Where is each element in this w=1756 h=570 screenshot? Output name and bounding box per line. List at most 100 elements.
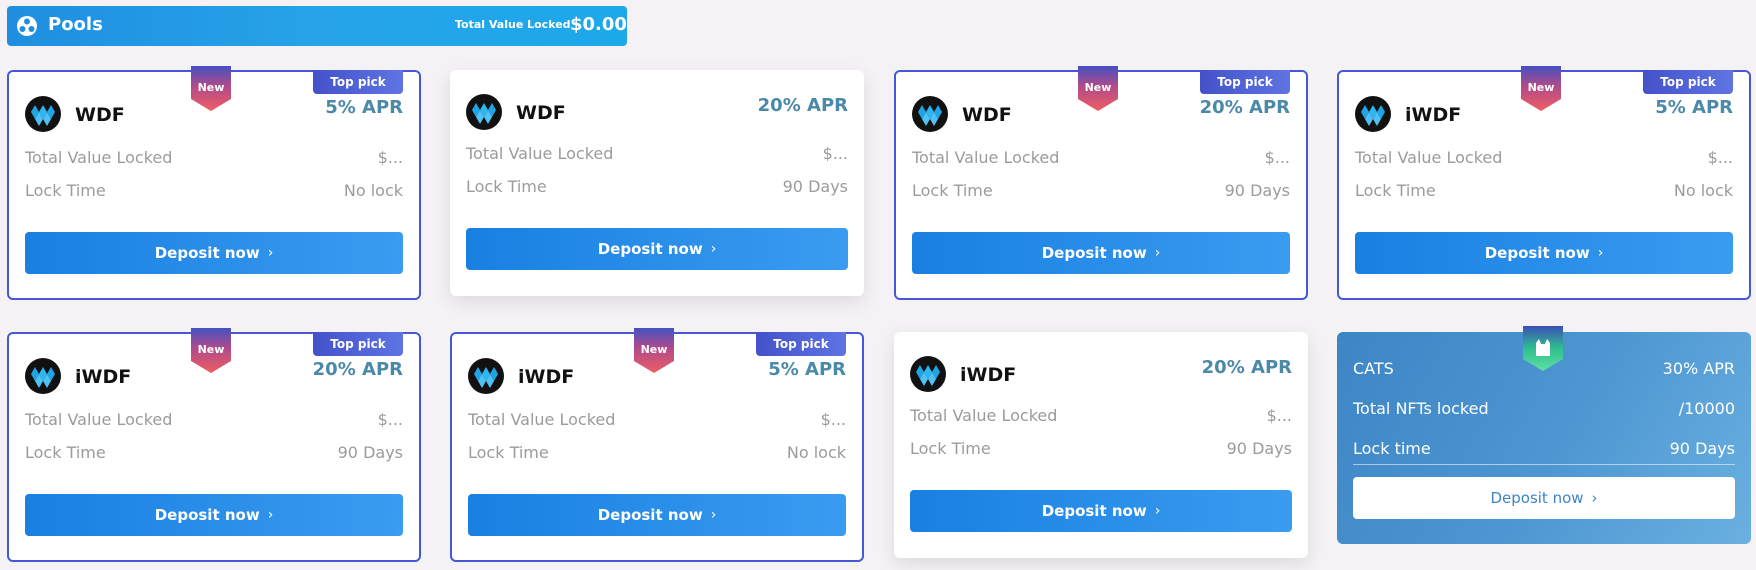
top-pick-badge: Top pick — [756, 332, 846, 356]
apr-value: 20% APR — [1201, 357, 1292, 378]
nft-lock-time-value: 90 Days — [1669, 439, 1735, 458]
apr-value: 20% APR — [1199, 97, 1290, 118]
deposit-now-button[interactable]: Deposit now › — [910, 490, 1292, 532]
wdf-token-icon — [468, 358, 504, 394]
token-name: WDF — [75, 104, 125, 126]
chevron-right-icon: › — [1591, 489, 1598, 507]
wdf-token-icon — [25, 358, 61, 394]
token-name: iWDF — [960, 364, 1017, 386]
tvl-label: Total Value Locked — [466, 144, 614, 163]
lock-time-label: Lock Time — [25, 181, 106, 200]
pool-card-wdf: WDF 20% APR Total Value Locked $... Lock… — [450, 70, 864, 296]
lock-time-value: 90 Days — [1226, 439, 1292, 458]
pool-card-iwdf: New Top pick iWDF 20% APR Total Value Lo… — [7, 328, 421, 562]
total-value-locked-value: $0.00 — [570, 14, 627, 35]
nft-pool-name: CATS — [1353, 359, 1394, 378]
pools-logo-icon — [17, 16, 37, 36]
total-value-locked-label: Total Value Locked — [455, 18, 571, 31]
top-pick-badge: Top pick — [1200, 70, 1290, 94]
apr-value: 5% APR — [325, 97, 403, 118]
tvl-label: Total Value Locked — [910, 406, 1058, 425]
tvl-label: Total Value Locked — [25, 410, 173, 429]
new-badge-icon: New — [191, 328, 231, 373]
wdf-token-icon — [1355, 96, 1391, 132]
deposit-button-label: Deposit now — [597, 240, 703, 258]
nft-deposit-now-button[interactable]: Deposit now › — [1353, 477, 1735, 519]
top-pick-badge: Top pick — [1643, 70, 1733, 94]
tvl-label: Total Value Locked — [912, 148, 1060, 167]
pool-card-iwdf: New Top pick iWDF 5% APR Total Value Loc… — [1337, 66, 1751, 300]
deposit-button-label: Deposit now — [154, 244, 260, 262]
tvl-value: $... — [820, 410, 846, 429]
nft-pool-apr: 30% APR — [1662, 359, 1735, 378]
deposit-now-button[interactable]: Deposit now › — [1355, 232, 1733, 274]
tvl-value: $... — [377, 148, 403, 167]
lock-time-value: 90 Days — [782, 177, 848, 196]
pool-card-wdf: New Top pick WDF 20% APR Total Value Loc… — [894, 66, 1308, 300]
deposit-button-label: Deposit now — [1041, 244, 1147, 262]
pool-card-iwdf: New Top pick iWDF 5% APR Total Value Loc… — [450, 328, 864, 562]
lock-time-value: 90 Days — [1224, 181, 1290, 200]
deposit-button-label: Deposit now — [154, 506, 260, 524]
chevron-right-icon: › — [1154, 503, 1161, 519]
new-badge-icon: New — [634, 328, 674, 373]
svg-text:New: New — [1528, 81, 1555, 94]
apr-value: 5% APR — [768, 359, 846, 380]
pool-card-wdf: New Top pick WDF 5% APR Total Value Lock… — [7, 66, 421, 300]
lock-time-label: Lock Time — [910, 439, 991, 458]
nft-lock-time-label: Lock time — [1353, 439, 1431, 458]
page-title: Pools — [48, 14, 103, 35]
deposit-now-button[interactable]: Deposit now › — [25, 232, 403, 274]
svg-text:New: New — [1085, 81, 1112, 94]
wdf-token-icon — [912, 96, 948, 132]
lock-time-label: Lock Time — [468, 443, 549, 462]
deposit-now-button[interactable]: Deposit now › — [912, 232, 1290, 274]
new-badge-icon: New — [1078, 66, 1118, 111]
total-nfts-locked-value: /10000 — [1678, 399, 1735, 418]
wdf-token-icon — [466, 94, 502, 130]
chevron-right-icon: › — [710, 507, 717, 523]
lock-time-value: No lock — [786, 443, 846, 462]
lock-time-label: Lock Time — [466, 177, 547, 196]
deposit-button-label: Deposit now — [597, 506, 703, 524]
divider — [1353, 464, 1735, 465]
new-badge-icon: New — [191, 66, 231, 111]
chevron-right-icon: › — [1597, 245, 1604, 261]
chevron-right-icon: › — [267, 245, 274, 261]
pool-card-iwdf: iWDF 20% APR Total Value Locked $... Loc… — [894, 332, 1308, 558]
lock-time-label: Lock Time — [1355, 181, 1436, 200]
deposit-now-button[interactable]: Deposit now › — [466, 228, 848, 270]
tvl-label: Total Value Locked — [468, 410, 616, 429]
total-nfts-locked-label: Total NFTs locked — [1353, 399, 1489, 418]
deposit-button-label: Deposit now — [1041, 502, 1147, 520]
svg-text:New: New — [641, 343, 668, 356]
wdf-token-icon — [25, 96, 61, 132]
apr-value: 20% APR — [312, 359, 403, 380]
token-name: WDF — [516, 102, 566, 124]
apr-value: 5% APR — [1655, 97, 1733, 118]
wdf-token-icon — [910, 356, 946, 392]
lock-time-value: No lock — [1673, 181, 1733, 200]
nft-pool-card-cats: CATS 30% APR Total NFTs locked /10000 Lo… — [1337, 326, 1751, 544]
lock-time-label: Lock Time — [912, 181, 993, 200]
deposit-now-button[interactable]: Deposit now › — [468, 494, 846, 536]
token-name: iWDF — [1405, 104, 1462, 126]
top-pick-badge: Top pick — [313, 70, 403, 94]
tvl-label: Total Value Locked — [1355, 148, 1503, 167]
deposit-button-label: Deposit now — [1484, 244, 1590, 262]
token-name: WDF — [962, 104, 1012, 126]
svg-text:New: New — [198, 81, 225, 94]
lock-time-value: 90 Days — [337, 443, 403, 462]
deposit-now-button[interactable]: Deposit now › — [25, 494, 403, 536]
top-pick-badge: Top pick — [313, 332, 403, 356]
tvl-value: $... — [1266, 406, 1292, 425]
pools-header: Pools Total Value Locked $0.00 — [7, 6, 627, 46]
chevron-right-icon: › — [267, 507, 274, 523]
new-badge-icon: New — [1521, 66, 1561, 111]
tvl-value: $... — [1264, 148, 1290, 167]
token-name: iWDF — [75, 366, 132, 388]
chevron-right-icon: › — [1154, 245, 1161, 261]
chevron-right-icon: › — [710, 241, 717, 257]
tvl-label: Total Value Locked — [25, 148, 173, 167]
cat-icon — [1523, 326, 1563, 371]
